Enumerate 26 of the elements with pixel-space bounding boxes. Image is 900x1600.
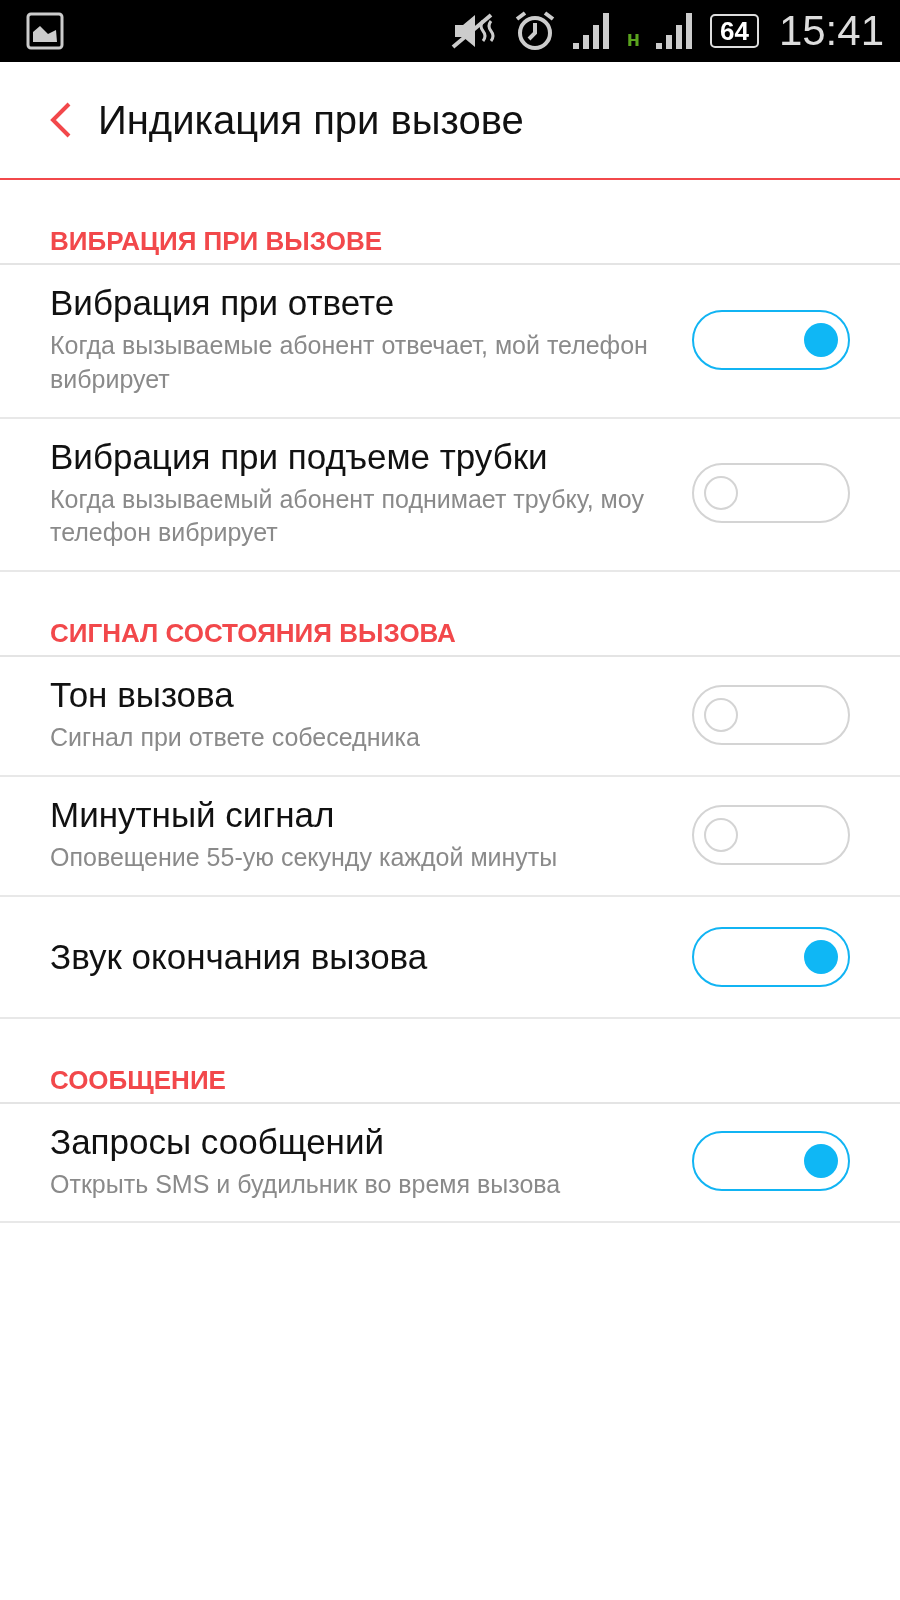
image-icon bbox=[26, 12, 64, 50]
toggle-switch[interactable] bbox=[692, 926, 850, 987]
setting-description: Когда вызываемые абонент отвечает, мой телефон вибрирует bbox=[50, 330, 649, 395]
back-icon[interactable] bbox=[50, 102, 72, 138]
page-title: Индикация при вызове bbox=[98, 97, 524, 143]
toggle-switch[interactable] bbox=[692, 684, 850, 745]
setting-title: Тон вызова bbox=[50, 675, 235, 715]
clock: 15:41 bbox=[778, 7, 884, 55]
setting-description: Сигнал при ответе собеседника bbox=[50, 722, 421, 753]
setting-description: Открыть SMS и будильник во время вызова bbox=[50, 1168, 562, 1200]
setting-title: Минутный сигнал bbox=[50, 794, 336, 835]
setting-description: Когда вызываемый абонент поднимает трубку, моу телефон вибрирует bbox=[50, 483, 645, 549]
setting-title: Запросы сообщений bbox=[50, 1121, 386, 1162]
network-label: н bbox=[626, 26, 640, 52]
toggle-switch[interactable] bbox=[692, 1131, 850, 1192]
toggle-switch[interactable] bbox=[692, 309, 850, 370]
battery-level: 64 bbox=[709, 14, 759, 48]
setting-title: Звук окончания вызова bbox=[50, 936, 429, 977]
toggle-switch[interactable] bbox=[692, 463, 850, 524]
section-header: СИГНАЛ СОСТОЯНИЯ ВЫЗОВА bbox=[0, 572, 900, 657]
setting-description: Оповещение 55-ую секунду каждой минуты bbox=[50, 841, 559, 873]
section-header: СООБЩЕНИЕ bbox=[0, 1018, 900, 1104]
toggle-switch[interactable] bbox=[692, 804, 850, 865]
section-header: ВИБРАЦИЯ ПРИ ВЫЗОВЕ bbox=[0, 180, 900, 265]
setting-title: Вибрация при подъеме трубки bbox=[50, 436, 549, 477]
setting-title: Вибрация при ответе bbox=[50, 283, 396, 323]
